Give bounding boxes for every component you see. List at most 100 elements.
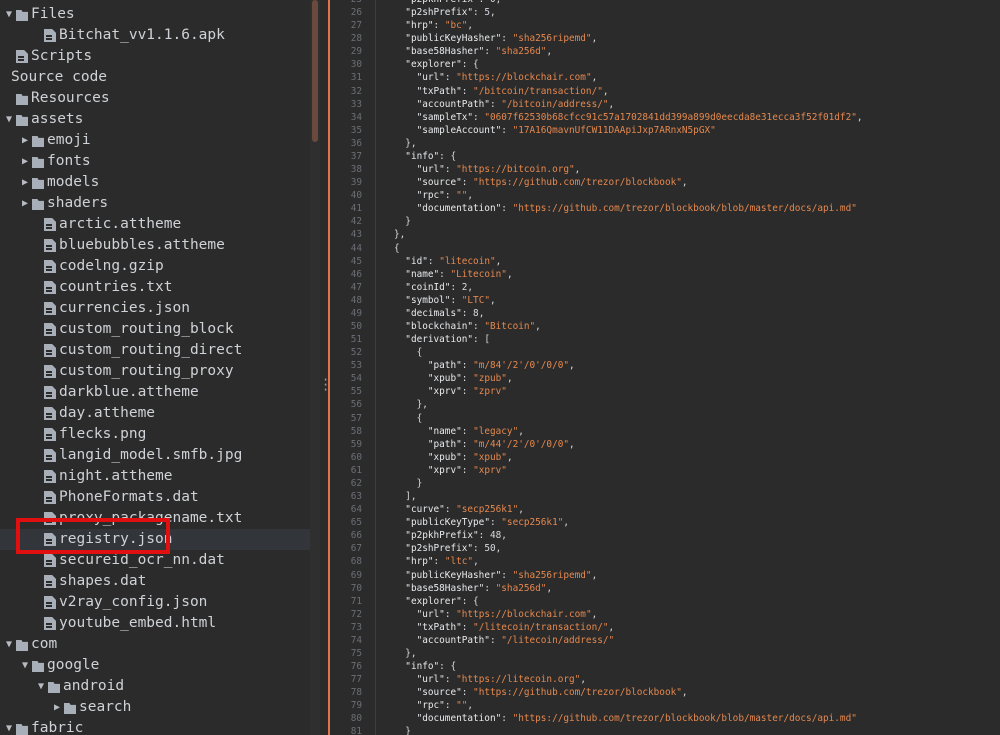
- code-line[interactable]: 67 "p2shPrefix": 50,: [328, 542, 1000, 555]
- chevron-down-icon[interactable]: ▼: [36, 676, 46, 697]
- tree-file-row[interactable]: registry.json: [0, 529, 310, 550]
- code-line[interactable]: 48 "symbol": "LTC",: [328, 294, 1000, 307]
- panel-divider[interactable]: · · ·: [320, 0, 329, 735]
- code-line[interactable]: 31 "url": "https://blockchair.com",: [328, 71, 1000, 84]
- tree-file-row[interactable]: bluebubbles.attheme: [0, 235, 310, 256]
- code-line[interactable]: 47 "coinId": 2,: [328, 281, 1000, 294]
- code-line[interactable]: 34 "sampleTx": "0607f62530b68cfcc91c57a1…: [328, 111, 1000, 124]
- tree-folder-row[interactable]: ▼ fabric: [0, 718, 310, 735]
- code-line[interactable]: 66 "p2pkhPrefix": 48,: [328, 529, 1000, 542]
- code-line[interactable]: 41 "documentation": "https://github.com/…: [328, 202, 1000, 215]
- code-line[interactable]: 52 {: [328, 346, 1000, 359]
- code-line[interactable]: 28 "publicKeyHasher": "sha256ripemd",: [328, 32, 1000, 45]
- tree-file-row[interactable]: countries.txt: [0, 277, 310, 298]
- code-line[interactable]: 51 "derivation": [: [328, 333, 1000, 346]
- code-line[interactable]: 32 "txPath": "/bitcoin/transaction/",: [328, 85, 1000, 98]
- tree-file-row[interactable]: custom_routing_proxy: [0, 361, 310, 382]
- tree-file-row[interactable]: secureid_ocr_nn.dat: [0, 550, 310, 571]
- code-line[interactable]: 39 "source": "https://github.com/trezor/…: [328, 176, 1000, 189]
- code-line[interactable]: 69 "publicKeyHasher": "sha256ripemd",: [328, 569, 1000, 582]
- tree-folder-row[interactable]: ▶ search: [0, 697, 310, 718]
- code-line[interactable]: 59 "path": "m/44'/2'/0'/0/0",: [328, 438, 1000, 451]
- tree-file-row[interactable]: Scripts: [0, 46, 310, 67]
- tree-file-row[interactable]: custom_routing_direct: [0, 340, 310, 361]
- code-line[interactable]: 33 "accountPath": "/bitcoin/address/",: [328, 98, 1000, 111]
- tree-folder-row[interactable]: Resources: [0, 88, 310, 109]
- code-line[interactable]: 74 "accountPath": "/litecoin/address/": [328, 634, 1000, 647]
- file-tree-scrollbar[interactable]: [310, 0, 320, 735]
- code-line[interactable]: 75 },: [328, 647, 1000, 660]
- tree-folder-row[interactable]: ▶ fonts: [0, 151, 310, 172]
- code-line[interactable]: 26 "p2shPrefix": 5,: [328, 6, 1000, 19]
- code-line[interactable]: 81 }: [328, 725, 1000, 735]
- code-line[interactable]: 49 "decimals": 8,: [328, 307, 1000, 320]
- chevron-down-icon[interactable]: ▼: [4, 109, 14, 130]
- tree-folder-row[interactable]: ▼ Files: [0, 4, 310, 25]
- code-line[interactable]: 37 "info": {: [328, 150, 1000, 163]
- tree-file-row[interactable]: Bitchat_vv1.1.6.apk: [0, 25, 310, 46]
- tree-folder-row[interactable]: ▶ shaders: [0, 193, 310, 214]
- code-line[interactable]: 65 "publicKeyType": "secp256k1",: [328, 516, 1000, 529]
- code-line[interactable]: 63 ],: [328, 490, 1000, 503]
- code-line[interactable]: 40 "rpc": "",: [328, 189, 1000, 202]
- tree-file-row[interactable]: currencies.json: [0, 298, 310, 319]
- tree-file-row[interactable]: v2ray_config.json: [0, 592, 310, 613]
- tree-file-row[interactable]: codelng.gzip: [0, 256, 310, 277]
- code-line[interactable]: 46 "name": "Litecoin",: [328, 268, 1000, 281]
- code-line[interactable]: 71 "explorer": {: [328, 595, 1000, 608]
- code-line[interactable]: 58 "name": "legacy",: [328, 425, 1000, 438]
- tree-folder-row[interactable]: ▶ models: [0, 172, 310, 193]
- tree-file-row[interactable]: custom_routing_block: [0, 319, 310, 340]
- code-line[interactable]: 27 "hrp": "bc",: [328, 19, 1000, 32]
- code-line[interactable]: 77 "url": "https://litecoin.org",: [328, 673, 1000, 686]
- tree-file-row[interactable]: day.attheme: [0, 403, 310, 424]
- code-line[interactable]: 35 "sampleAccount": "17A16QmavnUfCW11DAA…: [328, 124, 1000, 137]
- scrollbar-thumb[interactable]: [312, 0, 318, 142]
- code-line[interactable]: 36 },: [328, 137, 1000, 150]
- chevron-down-icon[interactable]: ▼: [4, 718, 14, 735]
- code-line[interactable]: 68 "hrp": "ltc",: [328, 555, 1000, 568]
- code-line[interactable]: 29 "base58Hasher": "sha256d",: [328, 45, 1000, 58]
- chevron-right-icon[interactable]: ▶: [20, 172, 30, 193]
- code-line[interactable]: 80 "documentation": "https://github.com/…: [328, 712, 1000, 725]
- code-line[interactable]: 56 },: [328, 398, 1000, 411]
- code-line[interactable]: 72 "url": "https://blockchair.com",: [328, 608, 1000, 621]
- tree-file-row[interactable]: night.attheme: [0, 466, 310, 487]
- chevron-down-icon[interactable]: ▼: [4, 4, 14, 25]
- code-line[interactable]: 61 "xprv": "xprv": [328, 464, 1000, 477]
- code-line[interactable]: 50 "blockchain": "Bitcoin",: [328, 320, 1000, 333]
- code-line[interactable]: 70 "base58Hasher": "sha256d",: [328, 582, 1000, 595]
- chevron-right-icon[interactable]: ▶: [20, 130, 30, 151]
- code-line[interactable]: 30 "explorer": {: [328, 58, 1000, 71]
- code-line[interactable]: 64 "curve": "secp256k1",: [328, 503, 1000, 516]
- tree-folder-row[interactable]: ▶ emoji: [0, 130, 310, 151]
- chevron-down-icon[interactable]: ▼: [4, 634, 14, 655]
- code-editor[interactable]: 25 "p2pkhPrefix": 0,26 "p2shPrefix": 5,2…: [328, 0, 1000, 735]
- code-line[interactable]: 44 {: [328, 242, 1000, 255]
- tree-file-row[interactable]: shapes.dat: [0, 571, 310, 592]
- tree-file-row[interactable]: flecks.png: [0, 424, 310, 445]
- code-line[interactable]: 76 "info": {: [328, 660, 1000, 673]
- tree-folder-row[interactable]: ▼ android: [0, 676, 310, 697]
- code-line[interactable]: 43},: [328, 228, 1000, 241]
- code-line[interactable]: 38 "url": "https://bitcoin.org",: [328, 163, 1000, 176]
- tree-folder-row[interactable]: ▼ assets: [0, 109, 310, 130]
- chevron-down-icon[interactable]: ▼: [20, 655, 30, 676]
- code-line[interactable]: 42 }: [328, 215, 1000, 228]
- code-line[interactable]: 79 "rpc": "",: [328, 699, 1000, 712]
- code-line[interactable]: 73 "txPath": "/litecoin/transaction/",: [328, 621, 1000, 634]
- code-line[interactable]: 45 "id": "litecoin",: [328, 255, 1000, 268]
- chevron-right-icon[interactable]: ▶: [52, 697, 62, 718]
- code-line[interactable]: 57 {: [328, 412, 1000, 425]
- tree-file-row[interactable]: arctic.attheme: [0, 214, 310, 235]
- tree-file-row[interactable]: darkblue.attheme: [0, 382, 310, 403]
- code-line[interactable]: 62 }: [328, 477, 1000, 490]
- tree-folder-row[interactable]: ▼ google: [0, 655, 310, 676]
- tree-file-row[interactable]: youtube_embed.html: [0, 613, 310, 634]
- tree-folder-row[interactable]: ▼ com: [0, 634, 310, 655]
- tree-file-row[interactable]: langid_model.smfb.jpg: [0, 445, 310, 466]
- code-line[interactable]: 54 "xpub": "zpub",: [328, 372, 1000, 385]
- code-line[interactable]: 78 "source": "https://github.com/trezor/…: [328, 686, 1000, 699]
- tree-file-row[interactable]: proxy_packagename.txt: [0, 508, 310, 529]
- code-line[interactable]: 60 "xpub": "xpub",: [328, 451, 1000, 464]
